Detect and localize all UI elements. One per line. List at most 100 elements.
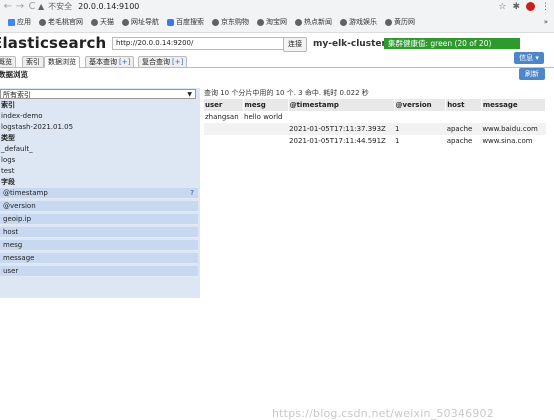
- star-icon[interactable]: ☆: [498, 1, 506, 13]
- bookmark-item[interactable]: 黄历网: [385, 17, 415, 27]
- field-label: message: [3, 254, 35, 262]
- results-table: user mesg @timestamp @version host message zh…: [204, 99, 547, 147]
- warning-icon: ▲: [38, 2, 45, 11]
- column-header[interactable]: mesg: [243, 99, 289, 111]
- browser-chrome: ← → C ▲ 不安全 20.0.0.14:9100 ☆ ✱ ⋮ 应用 老毛桃官网…: [0, 0, 554, 33]
- bookmark-label: 游戏娱乐: [349, 18, 377, 26]
- column-header[interactable]: @version: [394, 99, 447, 111]
- table-row[interactable]: zhangsan hello world: [204, 111, 546, 123]
- tab-item[interactable]: 概览: [0, 56, 16, 67]
- bookmark-item[interactable]: 游戏娱乐: [340, 17, 377, 27]
- table-cell: www.sina.com: [481, 135, 546, 147]
- table-cell: [243, 123, 289, 135]
- bookmark-label: 应用: [17, 18, 31, 26]
- table-header-row: user mesg @timestamp @version host message: [204, 99, 547, 111]
- add-query-tab-icon[interactable]: [+]: [119, 58, 130, 66]
- table-cell: 2021-01-05T17:11:37.393Z: [288, 123, 395, 135]
- forward-icon[interactable]: →: [14, 1, 26, 13]
- table-cell: zhangsan: [204, 111, 244, 123]
- table-row[interactable]: 2021-01-05T17:11:37.393Z 1 apache www.baidu…: [204, 123, 546, 135]
- bookmark-label: 老毛桃官网: [48, 18, 83, 26]
- sidebar-filter-item[interactable]: index-demo: [0, 111, 201, 122]
- tab-label: 索引: [26, 58, 40, 66]
- table-cell: 1: [394, 135, 446, 147]
- sidebar-section-header[interactable]: 字段: [0, 177, 201, 188]
- filter-sidebar: 所有索引 ▼ 索引 index-demo logstash-2021.01.05 类型…: [0, 88, 200, 298]
- sidebar-filter-item[interactable]: test: [0, 166, 201, 177]
- refresh-button[interactable]: 刷新: [519, 68, 545, 80]
- column-header[interactable]: message: [481, 99, 547, 111]
- column-header[interactable]: user: [204, 99, 244, 111]
- extensions-icon[interactable]: ✱: [512, 1, 520, 13]
- elasticsearch-head-app: Elasticsearch http://20.0.0.14:9200/ 连接 …: [0, 33, 554, 420]
- table-cell: [243, 135, 289, 147]
- field-label: @timestamp: [3, 189, 48, 197]
- column-header[interactable]: @timestamp: [288, 99, 395, 111]
- field-filter-item[interactable]: @timestamp?: [0, 188, 198, 199]
- globe-icon: [39, 18, 46, 26]
- connect-url-input[interactable]: http://20.0.0.14:9200/: [112, 37, 285, 50]
- tab-label: 复合查询: [142, 58, 170, 66]
- table-cell: 1: [394, 123, 446, 135]
- globe-icon: [257, 18, 264, 26]
- field-filter-item[interactable]: @version: [0, 201, 198, 212]
- address-bar[interactable]: ▲ 不安全 20.0.0.14:9100: [38, 1, 458, 12]
- bookmark-item[interactable]: 天猫: [91, 17, 114, 27]
- bookmark-label: 热点新闻: [304, 18, 332, 26]
- bookmark-item[interactable]: 京东购物: [212, 17, 249, 27]
- field-filter-item[interactable]: geoip.ip: [0, 214, 198, 225]
- field-label: host: [3, 228, 19, 236]
- help-icon[interactable]: ?: [190, 188, 194, 199]
- field-filter-item[interactable]: mesg: [0, 240, 198, 251]
- table-cell: [204, 123, 244, 135]
- table-cell: hello world: [243, 111, 289, 123]
- sidebar-filter-item[interactable]: logstash-2021.01.05: [0, 122, 201, 133]
- sidebar-section-header[interactable]: 类型: [0, 133, 201, 144]
- bookmarks-overflow-icon[interactable]: »: [544, 18, 548, 26]
- bookmark-item[interactable]: 网址导航: [122, 17, 159, 27]
- tab-item[interactable]: 基本查询 [+]: [85, 56, 135, 67]
- table-row[interactable]: 2021-01-05T17:11:44.591Z 1 apache www.sina.…: [204, 135, 546, 147]
- table-cell: [288, 111, 395, 123]
- table-cell: [445, 111, 482, 123]
- query-summary: 查询 10 个分片中用的 10 个. 3 命中. 耗时 0.022 秒: [204, 89, 369, 97]
- bookmark-item[interactable]: 淘宝网: [257, 17, 287, 27]
- bookmark-item[interactable]: 热点新闻: [295, 17, 332, 27]
- apps-grid-icon: [8, 18, 15, 26]
- bookmark-item[interactable]: 百度搜索: [167, 17, 204, 27]
- bookmarks-bar: 应用 老毛桃官网 天猫 网址导航 百度搜索 京东购物 淘宝网 热点新闻 游戏娱乐 黄历网 »: [0, 15, 554, 29]
- index-select-value: 所有索引: [3, 91, 31, 99]
- globe-icon: [122, 18, 129, 26]
- app-tabs: 概览 索引 数据浏览 基本查询 [+] 复合查询 [+]: [0, 55, 554, 68]
- profile-avatar[interactable]: [526, 2, 535, 11]
- field-filter-item[interactable]: message: [0, 253, 198, 264]
- back-icon[interactable]: ←: [2, 1, 14, 13]
- reload-icon[interactable]: C: [26, 1, 38, 13]
- globe-icon: [385, 18, 392, 26]
- connect-button[interactable]: 连接: [283, 37, 307, 52]
- tab-item[interactable]: 索引: [22, 56, 44, 67]
- table-cell: [481, 111, 546, 123]
- sidebar-filter-item[interactable]: _default_: [0, 144, 201, 155]
- tab-label: 数据浏览: [48, 58, 76, 66]
- tab-item[interactable]: 数据浏览: [44, 56, 80, 68]
- bookmark-item[interactable]: 应用: [8, 17, 31, 27]
- table-cell: [204, 135, 244, 147]
- bookmark-item[interactable]: 老毛桃官网: [39, 17, 83, 27]
- table-cell: [394, 111, 446, 123]
- menu-dots-icon[interactable]: ⋮: [541, 1, 550, 13]
- field-filter-item[interactable]: user: [0, 266, 198, 277]
- sidebar-filter-item[interactable]: logs: [0, 155, 201, 166]
- address-url[interactable]: 20.0.0.14:9100: [78, 2, 139, 11]
- sidebar-section-header[interactable]: 索引: [0, 100, 201, 111]
- globe-icon: [340, 18, 347, 26]
- chevron-down-icon: ▼: [187, 91, 192, 98]
- cluster-name: my-elk-cluster: [313, 39, 386, 49]
- add-query-tab-icon[interactable]: [+]: [172, 58, 183, 66]
- field-label: mesg: [3, 241, 23, 249]
- tab-item[interactable]: 复合查询 [+]: [138, 56, 188, 67]
- column-header[interactable]: host: [445, 99, 482, 111]
- field-filter-item[interactable]: host: [0, 227, 198, 238]
- table-cell: apache: [445, 135, 482, 147]
- index-select[interactable]: 所有索引 ▼: [0, 89, 196, 99]
